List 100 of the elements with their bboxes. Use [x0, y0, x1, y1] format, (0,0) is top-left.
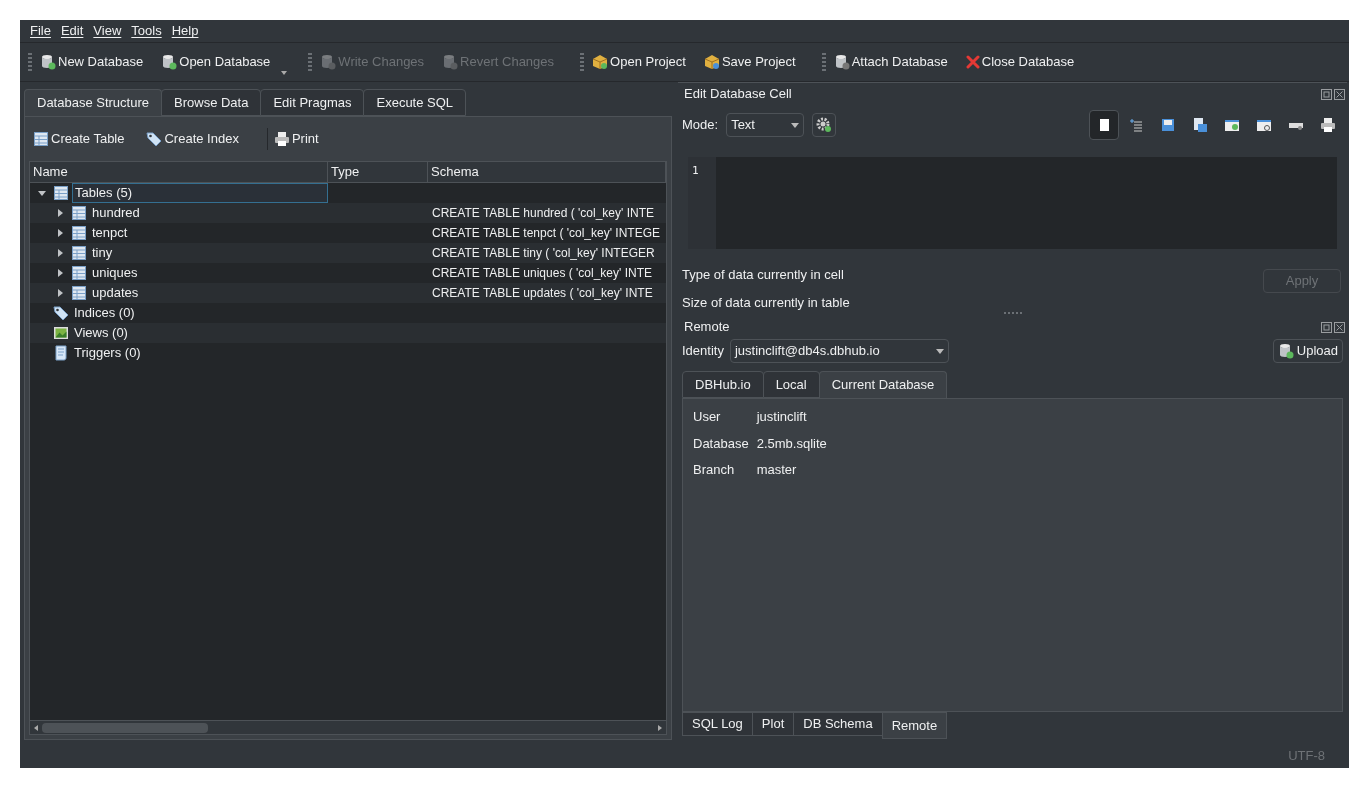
field-label: Branch	[693, 461, 736, 479]
table-icon	[53, 185, 69, 201]
tag-icon	[146, 131, 163, 147]
mode-dropdown[interactable]: Text	[726, 113, 805, 137]
tree-item[interactable]: Views (0)	[72, 323, 130, 343]
printer-icon	[1320, 117, 1336, 133]
identity-dropdown[interactable]: justinclift@db4s.dbhub.io	[729, 339, 949, 363]
toolbar-grip[interactable]	[28, 53, 32, 71]
column-header[interactable]: Schema	[428, 162, 666, 182]
tab[interactable]: DB Schema	[793, 712, 883, 736]
toolbar-button[interactable]: Create Index	[146, 127, 239, 151]
close-icon[interactable]	[1334, 88, 1345, 100]
field-value: justinclift	[756, 408, 808, 426]
tree-item[interactable]: Triggers (0)	[72, 343, 143, 363]
toolbar-button[interactable]: Create Table	[33, 127, 125, 151]
field-value: master	[756, 461, 798, 479]
tree-item[interactable]: Tables (5)	[72, 183, 328, 203]
table-icon	[33, 131, 49, 147]
schema-cell-text: CREATE TABLE updates ( 'col_key' INTE	[431, 285, 653, 302]
tab[interactable]: Remote	[881, 712, 948, 739]
menu-item[interactable]: Tools	[127, 21, 166, 41]
schema-cell-text: CREATE TABLE tenpct ( 'col_key' INTEGE	[431, 225, 660, 242]
window-icon	[1224, 117, 1240, 133]
collapse-arrow-icon[interactable]	[37, 188, 47, 198]
table-icon	[71, 265, 87, 281]
dropdown-arrow-icon[interactable]	[280, 70, 289, 76]
database-icon	[833, 54, 850, 70]
type-info: Type of data currently in cell	[682, 266, 845, 284]
database-icon	[1277, 343, 1294, 359]
tab[interactable]: DBHub.io	[682, 371, 764, 398]
scroll-icon	[53, 345, 69, 361]
line-number: 1	[692, 164, 699, 177]
toolbar-grip[interactable]	[821, 53, 826, 71]
dock-title: Remote	[684, 318, 730, 337]
tree-item[interactable]: updates	[90, 283, 141, 303]
toolbar-button[interactable]: Print	[273, 127, 319, 151]
copy-icon	[1192, 117, 1208, 133]
table-icon	[71, 285, 87, 301]
dropdown-arrow-icon	[935, 348, 944, 354]
package-icon	[592, 54, 609, 70]
field-label: User	[693, 408, 722, 426]
size-info: Size of data currently in table	[682, 293, 850, 312]
toolbar-button[interactable]: Open Project	[592, 50, 686, 74]
table-icon	[71, 205, 87, 221]
tab[interactable]: Plot	[751, 712, 795, 736]
schema-cell-text: CREATE TABLE uniques ( 'col_key' INTE	[431, 265, 652, 282]
tree-item[interactable]: tiny	[90, 243, 115, 263]
table-icon	[71, 225, 87, 241]
menu-item[interactable]: File	[26, 21, 55, 41]
link-window-icon	[1256, 117, 1272, 133]
menu-item[interactable]: Edit	[56, 21, 88, 41]
dropdown-arrow-icon	[791, 122, 800, 128]
printer-icon	[273, 131, 290, 147]
toolbar-button[interactable]: Save Project	[703, 50, 796, 74]
image-icon	[53, 325, 69, 341]
dock-title: Edit Database Cell	[684, 85, 792, 104]
tree-item[interactable]: tenpct	[90, 223, 130, 243]
column-header[interactable]: Type	[328, 162, 428, 182]
schema-cell-text: CREATE TABLE hundred ( 'col_key' INTE	[431, 205, 654, 222]
table-icon	[71, 245, 87, 261]
identity-label: Identity	[682, 342, 724, 361]
toolbar-button[interactable]: Attach Database	[833, 50, 948, 74]
tree-item[interactable]: hundred	[90, 203, 142, 223]
encoding-status: UTF-8	[1288, 747, 1325, 766]
mode-label: Mode:	[682, 116, 719, 135]
schema-cell-text: CREATE TABLE tiny ( 'col_key' INTEGER	[431, 245, 655, 262]
toolbar-grip[interactable]	[580, 53, 585, 71]
toolbar-button[interactable]: Open Database	[161, 50, 271, 74]
database-icon	[161, 54, 178, 70]
field-value: 2.5mb.sqlite	[756, 434, 828, 453]
gear-icon	[816, 117, 833, 133]
tab[interactable]: Local	[762, 371, 820, 398]
settings-button[interactable]	[812, 113, 837, 137]
menu-item[interactable]: View	[89, 21, 126, 41]
tab[interactable]: Edit Pragmas	[260, 89, 365, 116]
float-icon[interactable]	[1321, 88, 1332, 100]
upload-button[interactable]: Upload	[1272, 339, 1343, 363]
package-icon	[703, 54, 720, 70]
toolbar-button[interactable]: Close Database	[965, 50, 1075, 74]
toolbar-grip[interactable]	[308, 53, 313, 71]
indent-icon	[1128, 117, 1144, 133]
tag-icon	[53, 305, 69, 321]
float-icon[interactable]	[1321, 321, 1332, 333]
tab[interactable]: Database Structure	[24, 89, 162, 116]
tree-item[interactable]: uniques	[90, 263, 140, 283]
tab[interactable]: Current Database	[818, 371, 948, 398]
close-icon[interactable]	[1334, 321, 1345, 333]
menu-item[interactable]: Help	[167, 21, 203, 41]
tree-item[interactable]: Indices (0)	[72, 303, 137, 323]
tab[interactable]: SQL Log	[682, 712, 753, 736]
cell-editor[interactable]: 1	[688, 157, 1337, 249]
cell-tool-button[interactable]	[1089, 110, 1119, 140]
horizontal-scrollbar[interactable]	[30, 720, 666, 734]
column-header[interactable]: Name	[30, 162, 328, 182]
tab[interactable]: Execute SQL	[363, 89, 467, 116]
tab[interactable]: Browse Data	[161, 89, 262, 116]
toolbar-button[interactable]: New Database	[40, 50, 144, 74]
floppy-icon	[1160, 117, 1176, 133]
database-icon	[442, 54, 459, 70]
database-icon	[40, 54, 56, 70]
